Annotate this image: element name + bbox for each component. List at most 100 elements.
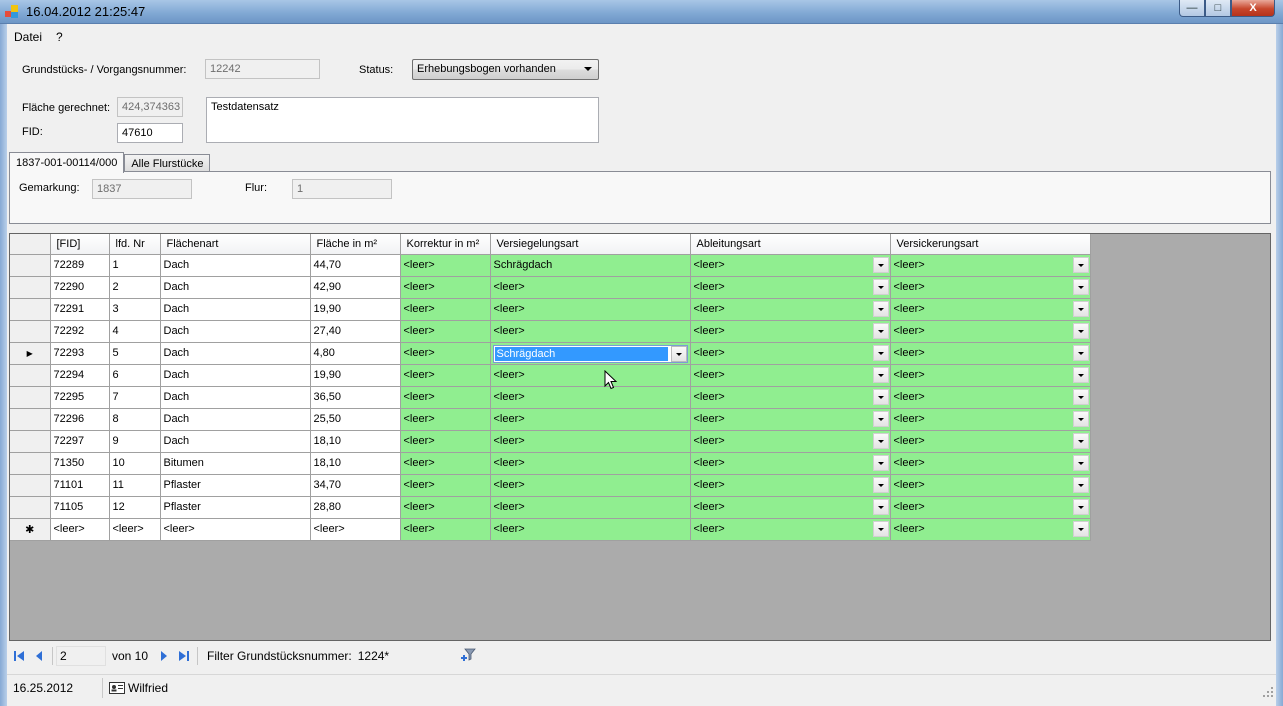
cell-versickerungsart[interactable]: <leer> (890, 518, 1091, 541)
chevron-down-icon[interactable] (670, 345, 687, 362)
cell-fid[interactable]: 72293 (50, 342, 110, 365)
chevron-down-icon[interactable] (1072, 366, 1089, 383)
chevron-down-icon[interactable] (872, 476, 889, 493)
cell-flaechenart[interactable]: Dach (160, 364, 311, 387)
cell-fid[interactable]: 72290 (50, 276, 110, 299)
chevron-down-icon[interactable] (1072, 410, 1089, 427)
col-header-versickerungsart[interactable]: Versickerungsart (890, 234, 1091, 255)
table-row[interactable]: 72291 3 Dach 19,90 <leer> <leer> <leer> <leer> (10, 298, 1091, 321)
cell-fid[interactable]: 72289 (50, 254, 110, 277)
chevron-down-icon[interactable] (872, 300, 889, 317)
table-row[interactable]: 72290 2 Dach 42,90 <leer> <leer> <leer> <leer> (10, 276, 1091, 299)
row-header[interactable] (10, 496, 51, 519)
cell-flaechenart[interactable]: Pflaster (160, 474, 311, 497)
chevron-down-icon[interactable] (872, 432, 889, 449)
chevron-down-icon[interactable] (1072, 454, 1089, 471)
chevron-down-icon[interactable] (1072, 388, 1089, 405)
cell-flaeche[interactable]: 27,40 (310, 320, 401, 343)
cell-versiegelungsart[interactable]: <leer> (490, 364, 691, 387)
cell-versickerungsart[interactable]: <leer> (890, 386, 1091, 409)
cell-versiegelungsart[interactable]: <leer> (490, 320, 691, 343)
col-header-flaechenart[interactable]: Flächenart (160, 234, 311, 255)
cell-ableitungsart[interactable]: <leer> (690, 496, 891, 519)
cell-ableitungsart[interactable]: <leer> (690, 254, 891, 277)
menu-datei[interactable]: Datei (7, 26, 49, 48)
resize-grip-icon[interactable] (1262, 686, 1274, 698)
flaeche-field[interactable]: 424,374363 (117, 97, 183, 117)
cell-fid[interactable]: 72294 (50, 364, 110, 387)
chevron-down-icon[interactable] (872, 520, 889, 537)
row-header[interactable] (10, 320, 51, 343)
row-header[interactable] (10, 276, 51, 299)
cell-lfd-nr[interactable]: 7 (109, 386, 161, 409)
cell-lfd-nr[interactable]: 2 (109, 276, 161, 299)
cell-ableitungsart[interactable]: <leer> (690, 430, 891, 453)
cell-flaechenart[interactable]: Dach (160, 298, 311, 321)
cell-flaechenart[interactable]: Dach (160, 254, 311, 277)
flur-field[interactable]: 1 (292, 179, 392, 199)
chevron-down-icon[interactable] (1072, 498, 1089, 515)
cell-flaechenart[interactable]: <leer> (160, 518, 311, 541)
cell-fid[interactable]: 72292 (50, 320, 110, 343)
chevron-down-icon[interactable] (1072, 344, 1089, 361)
table-row[interactable]: 72289 1 Dach 44,70 <leer> Schrägdach <leer> <le… (10, 254, 1091, 277)
cell-korrektur[interactable]: <leer> (400, 496, 491, 519)
chevron-down-icon[interactable] (1072, 300, 1089, 317)
filter-value[interactable]: 1224* (358, 649, 458, 663)
chevron-down-icon[interactable] (872, 388, 889, 405)
maximize-button[interactable]: □ (1205, 0, 1231, 17)
cell-versickerungsart[interactable]: <leer> (890, 320, 1091, 343)
table-row[interactable]: 71101 11 Pflaster 34,70 <leer> <leer> <leer> <l… (10, 474, 1091, 497)
cell-lfd-nr[interactable]: 12 (109, 496, 161, 519)
chevron-down-icon[interactable] (1072, 322, 1089, 339)
cell-versiegelungsart[interactable]: <leer> (490, 386, 691, 409)
cell-versiegelungsart[interactable]: <leer> (490, 474, 691, 497)
chevron-down-icon[interactable] (1072, 278, 1089, 295)
col-header-versiegelungsart[interactable]: Versiegelungsart (490, 234, 691, 255)
cell-versickerungsart[interactable]: <leer> (890, 254, 1091, 277)
cell-flaeche[interactable]: 19,90 (310, 298, 401, 321)
chevron-down-icon[interactable] (872, 344, 889, 361)
cell-ableitungsart[interactable]: <leer> (690, 364, 891, 387)
cell-lfd-nr[interactable]: 1 (109, 254, 161, 277)
cell-korrektur[interactable]: <leer> (400, 320, 491, 343)
cell-versiegelungsart[interactable]: <leer> (490, 298, 691, 321)
cell-fid[interactable]: 72295 (50, 386, 110, 409)
cell-flaeche[interactable]: 25,50 (310, 408, 401, 431)
table-row[interactable]: 71350 10 Bitumen 18,10 <leer> <leer> <leer> <le… (10, 452, 1091, 475)
chevron-down-icon[interactable] (872, 256, 889, 273)
cell-flaechenart[interactable]: Dach (160, 386, 311, 409)
tab-flurstueck[interactable]: 1837-001-00114/000 (9, 152, 125, 173)
cell-korrektur[interactable]: <leer> (400, 254, 491, 277)
cell-lfd-nr[interactable]: 8 (109, 408, 161, 431)
cell-versiegelungsart[interactable]: <leer> (490, 518, 691, 541)
cell-korrektur[interactable]: <leer> (400, 364, 491, 387)
row-header[interactable] (10, 430, 51, 453)
cell-korrektur[interactable]: <leer> (400, 276, 491, 299)
table-row[interactable]: 72292 4 Dach 27,40 <leer> <leer> <leer> <leer> (10, 320, 1091, 343)
row-header[interactable]: ▶ (10, 342, 51, 365)
cell-versickerungsart[interactable]: <leer> (890, 430, 1091, 453)
filter-button[interactable] (458, 646, 478, 666)
cell-korrektur[interactable]: <leer> (400, 342, 491, 365)
versiegelungsart-editor[interactable]: Schrägdach (492, 344, 688, 363)
chevron-down-icon[interactable] (872, 410, 889, 427)
chevron-down-icon[interactable] (872, 322, 889, 339)
cell-ableitungsart[interactable]: <leer> (690, 518, 891, 541)
row-header[interactable] (10, 364, 51, 387)
cell-versickerungsart[interactable]: <leer> (890, 474, 1091, 497)
row-header-corner[interactable] (10, 234, 51, 255)
col-header-flaeche[interactable]: Fläche in m² (310, 234, 401, 255)
status-dropdown[interactable]: Erhebungsbogen vorhanden (412, 59, 599, 80)
nav-next-button[interactable] (154, 646, 174, 666)
chevron-down-icon[interactable] (872, 498, 889, 515)
cell-fid[interactable]: 72297 (50, 430, 110, 453)
cell-flaeche[interactable]: 19,90 (310, 364, 401, 387)
chevron-down-icon[interactable] (1072, 476, 1089, 493)
chevron-down-icon[interactable] (872, 278, 889, 295)
cell-korrektur[interactable]: <leer> (400, 298, 491, 321)
col-header-korrektur[interactable]: Korrektur in m² (400, 234, 491, 255)
cell-fid[interactable]: <leer> (50, 518, 110, 541)
cell-versiegelungsart[interactable]: <leer> (490, 276, 691, 299)
cell-ableitungsart[interactable]: <leer> (690, 320, 891, 343)
